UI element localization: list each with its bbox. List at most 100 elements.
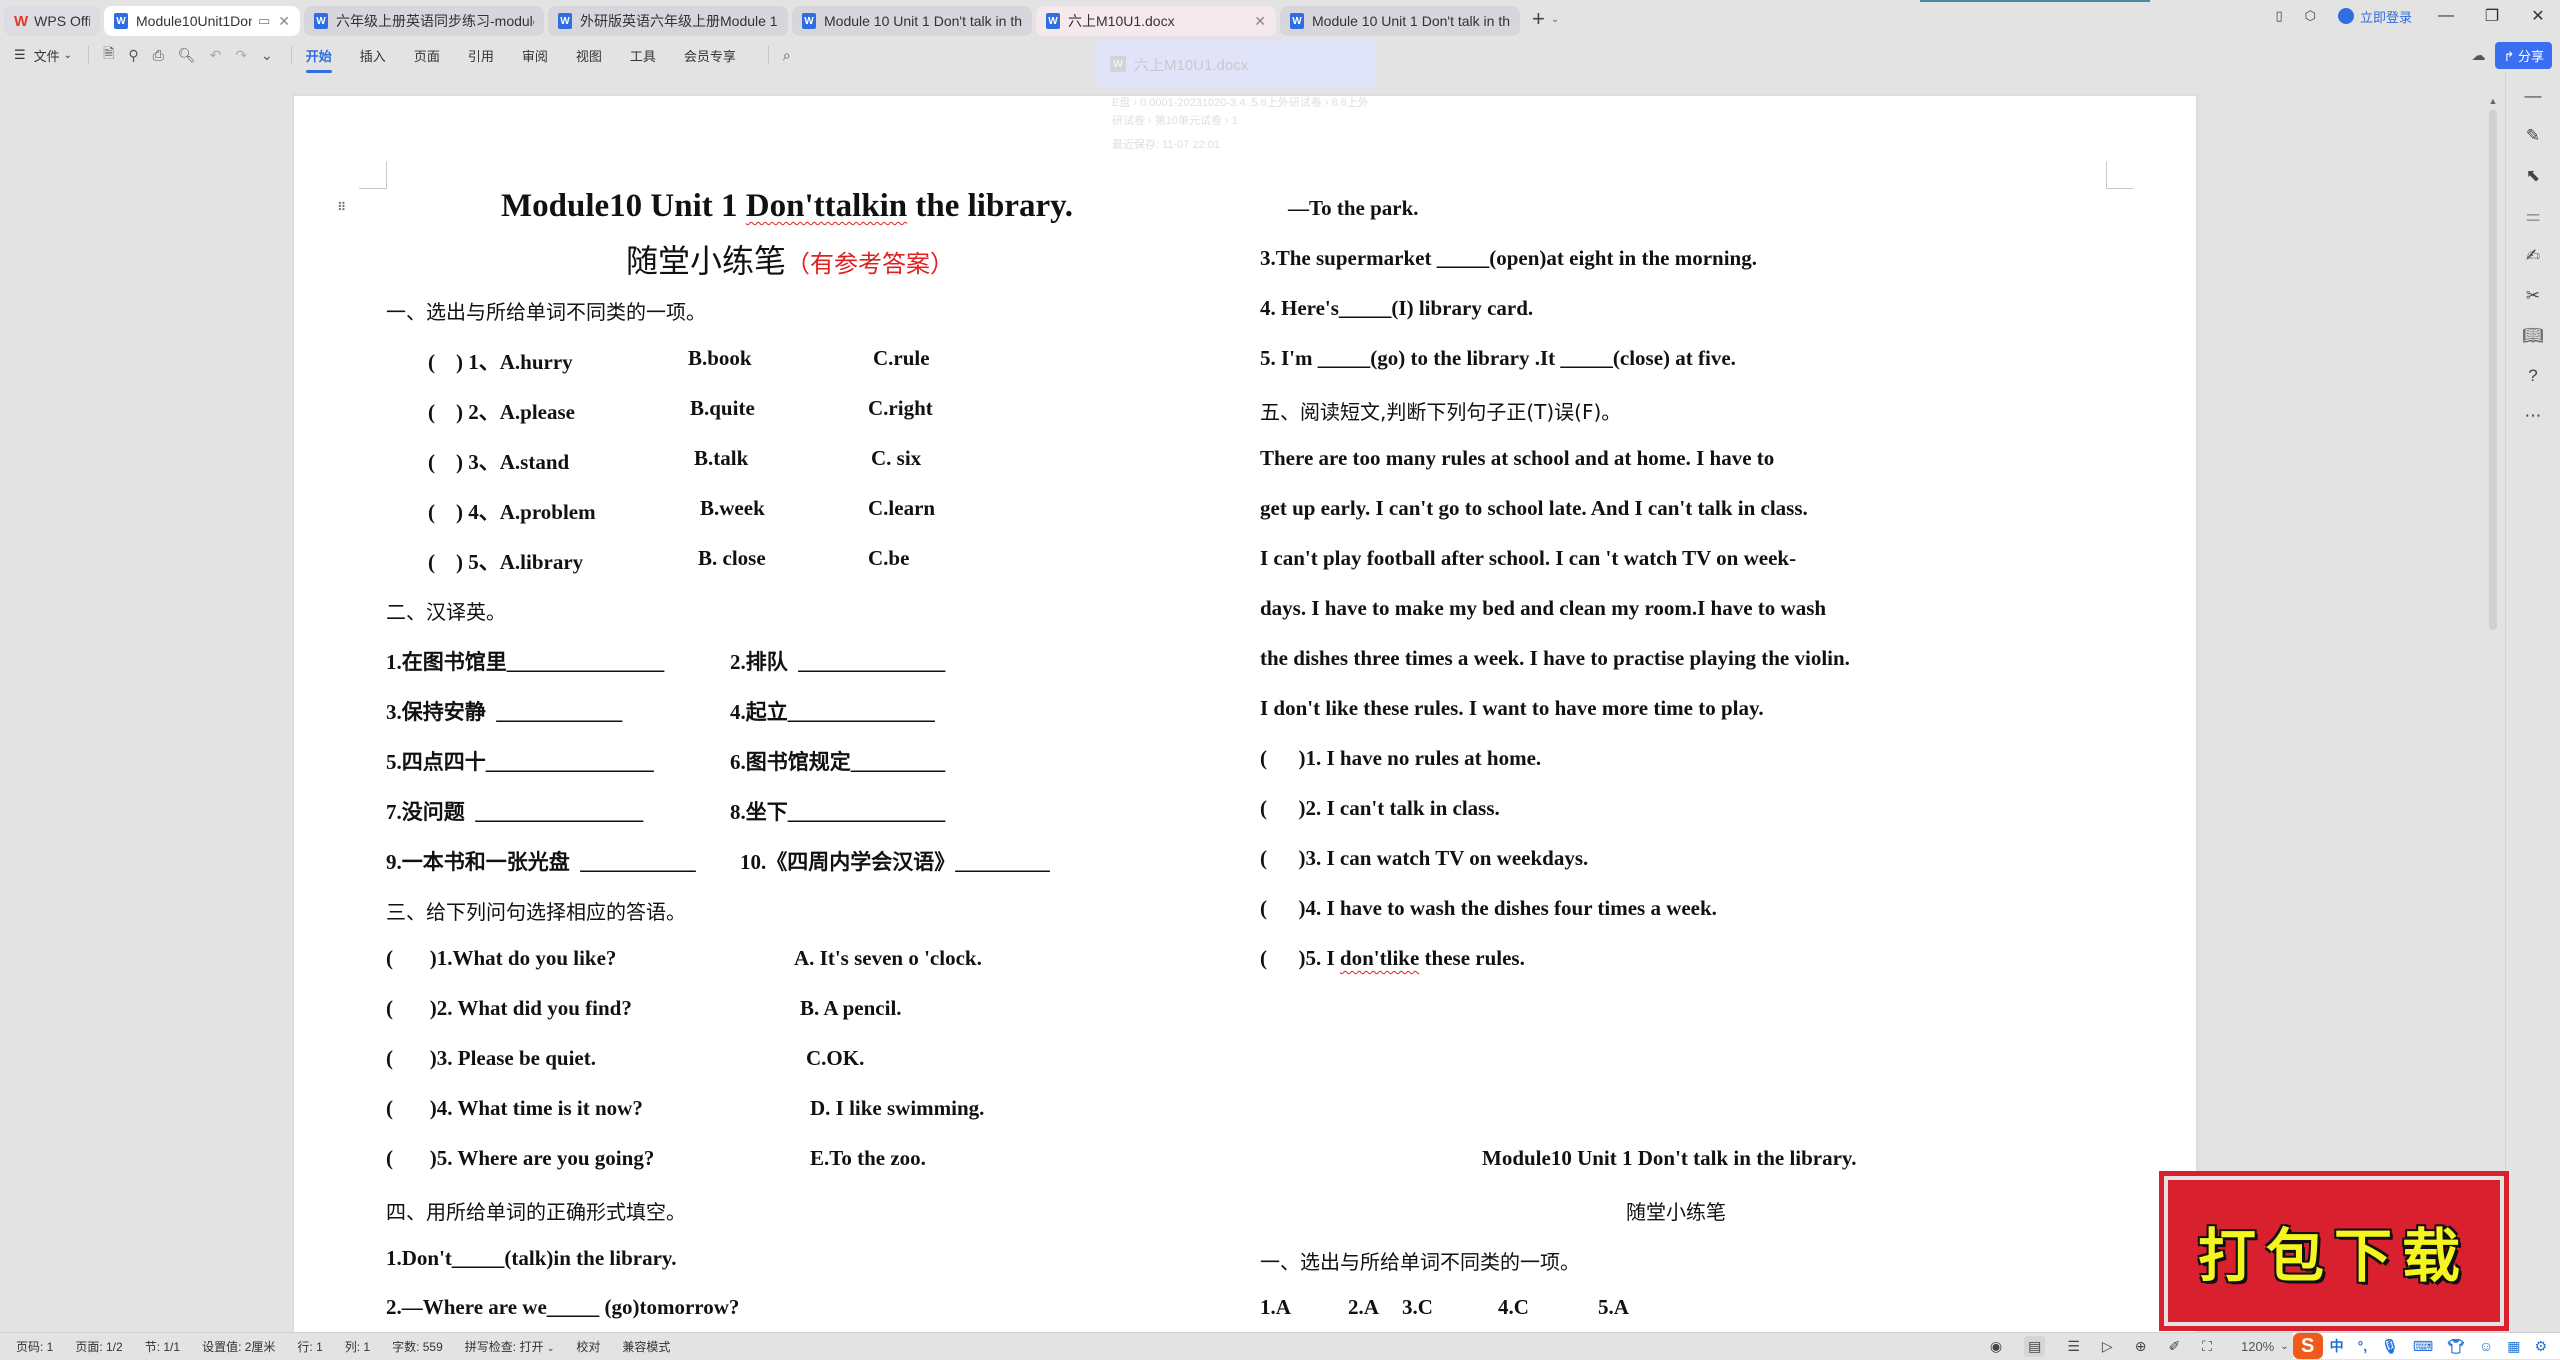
- ai-writing-icon[interactable]: ✍: [2521, 246, 2545, 266]
- play-icon[interactable]: ▷: [2102, 1338, 2113, 1355]
- ribbon-tab-tools[interactable]: 工具: [630, 42, 656, 69]
- microphone-icon[interactable]: 🎙︎: [2381, 1338, 2399, 1355]
- scroll-up-arrow-icon[interactable]: ▲: [2488, 96, 2498, 106]
- punctuation-icon[interactable]: °,: [2358, 1338, 2368, 1354]
- eye-protection-icon[interactable]: ◉: [1990, 1338, 2002, 1355]
- ribbon-tab-references[interactable]: 引用: [468, 42, 494, 69]
- download-package-banner[interactable]: 打包下载: [2159, 1171, 2509, 1331]
- translation-item: 7.没问题 ________________: [386, 800, 644, 824]
- question-item: ( )3. Please be quiet.: [386, 1046, 596, 1070]
- cube-icon[interactable]: ⬡: [2305, 8, 2316, 24]
- collapse-icon[interactable]: —: [2521, 86, 2545, 106]
- ribbon-tab-view[interactable]: 视图: [576, 42, 602, 69]
- tab-wps-office[interactable]: W WPS Office: [4, 6, 100, 36]
- scrollbar-thumb[interactable]: [2489, 110, 2497, 630]
- tab-document[interactable]: W 外研版英语六年级上册Module 10 分: [548, 6, 788, 36]
- page-count[interactable]: 页面: 1/2: [75, 1338, 122, 1355]
- new-tab-button[interactable]: +: [1532, 6, 1545, 32]
- tab-document[interactable]: W Module 10 Unit 1 Don't talk in the: [1280, 6, 1520, 36]
- document-page[interactable]: ⠿ Module10 Unit 1 Don'ttalkin the librar…: [294, 96, 2196, 1336]
- row-indicator: 行: 1: [297, 1340, 323, 1354]
- share-button[interactable]: ↱ 分享: [2495, 42, 2552, 69]
- settings-icon[interactable]: ⚙: [2534, 1338, 2547, 1355]
- writer-doc-icon: W: [1290, 13, 1304, 29]
- word-count[interactable]: 字数: 559: [392, 1338, 443, 1355]
- help-icon[interactable]: ?: [2521, 366, 2545, 386]
- ribbon-tab-member[interactable]: 会员专享: [684, 42, 736, 69]
- more-icon[interactable]: ⋯: [2521, 406, 2545, 426]
- document-subtitle: 随堂小练笔（有参考答案）: [626, 242, 955, 280]
- fill-blank-item: 4. Here's_____(I) library card.: [1260, 296, 1534, 320]
- brush-icon[interactable]: ✐: [2168, 1338, 2180, 1355]
- vertical-scrollbar[interactable]: ▲: [2488, 96, 2498, 1326]
- tab-document[interactable]: W 六年级上册英语同步练习-module 10: [304, 6, 544, 36]
- spelling-error[interactable]: don'tlike: [1340, 946, 1419, 970]
- select-cursor-icon[interactable]: ⬉: [2521, 166, 2545, 186]
- login-button[interactable]: 立即登录: [2337, 7, 2412, 26]
- more-chevron-icon[interactable]: ⌄: [261, 47, 273, 64]
- robot-icon[interactable]: ☺: [2479, 1338, 2493, 1354]
- monitor-icon[interactable]: ▭: [258, 13, 270, 29]
- last-saved: 最近保存: 11-07 22:01: [1112, 139, 1221, 151]
- question-item: ( )1.What do you like?: [386, 946, 617, 970]
- proofread-button[interactable]: 校对: [576, 1338, 600, 1355]
- mobile-icon[interactable]: ▯: [2275, 8, 2282, 24]
- close-tab-icon[interactable]: ✕: [1254, 13, 1266, 30]
- ribbon-tab-review[interactable]: 审阅: [522, 42, 548, 69]
- fill-blank-item: 2.—Where are we_____ (go)tomorrow?: [386, 1295, 740, 1319]
- edit-pen-icon[interactable]: ✎: [2521, 126, 2545, 146]
- chevron-down-icon[interactable]: ⌄: [1551, 14, 1559, 25]
- web-view-icon[interactable]: ⊕: [2135, 1338, 2147, 1355]
- writer-doc-icon: W: [314, 13, 328, 29]
- translation-item: 1.在图书馆里_______________: [386, 650, 665, 674]
- export-icon[interactable]: ⚲: [128, 47, 138, 64]
- close-window-button[interactable]: ✕: [2526, 6, 2550, 26]
- keyboard-icon[interactable]: ⌨: [2413, 1338, 2433, 1355]
- search-icon[interactable]: ⌕: [783, 47, 791, 64]
- answer-option: E.To the zoo.: [810, 1146, 926, 1170]
- page-number[interactable]: 页码: 1: [16, 1338, 53, 1355]
- tab-active-document[interactable]: W Module10Unit1Don'ttalkinth ▭ ✕: [104, 6, 300, 36]
- section-heading: 二、汉译英。: [386, 600, 506, 624]
- tab-bar: W WPS Office W Module10Unit1Don'ttalkint…: [0, 0, 2560, 38]
- drag-handle-icon[interactable]: ⠿: [337, 201, 346, 213]
- tools-icon[interactable]: ✂: [2521, 286, 2545, 306]
- ime-mode[interactable]: 中: [2330, 1336, 2344, 1356]
- fill-blank-item: 1.Don't_____(talk)in the library.: [386, 1246, 677, 1270]
- writer-doc-icon: W: [114, 13, 128, 29]
- page-view-icon[interactable]: ▤: [2024, 1335, 2046, 1357]
- save-icon[interactable]: 🗎: [103, 43, 114, 67]
- chevron-down-icon: ⌄: [546, 1343, 555, 1353]
- tab-document[interactable]: W Module 10 Unit 1 Don't talk in the: [792, 6, 1032, 36]
- restore-button[interactable]: ❐: [2480, 6, 2504, 26]
- skin-icon[interactable]: 👕︎: [2447, 1338, 2465, 1355]
- close-tab-icon[interactable]: ✕: [278, 13, 290, 30]
- minimize-button[interactable]: —: [2434, 7, 2458, 25]
- hamburger-icon: ☰: [14, 47, 26, 62]
- spell-check-toggle[interactable]: 拼写检查: 打开 ⌄: [465, 1338, 555, 1355]
- outline-view-icon[interactable]: ☰: [2067, 1338, 2080, 1355]
- section-indicator[interactable]: 节: 1/1: [145, 1338, 180, 1355]
- zoom-level[interactable]: 120%: [2241, 1339, 2274, 1354]
- adjust-sliders-icon[interactable]: ⚌: [2521, 206, 2545, 226]
- apps-grid-icon[interactable]: ▦: [2507, 1338, 2520, 1355]
- print-icon[interactable]: ⎙: [153, 47, 164, 64]
- zoom-chevron-icon[interactable]: ⌄: [2280, 1341, 2288, 1352]
- ribbon-tab-page[interactable]: 页面: [414, 42, 440, 69]
- writer-doc-icon: W: [802, 13, 816, 29]
- cloud-sync-icon[interactable]: ☁: [2471, 47, 2485, 64]
- true-false-item: ( )3. I can watch TV on weekdays.: [1260, 846, 1589, 870]
- setting-value[interactable]: 设置值: 2厘米: [202, 1338, 275, 1355]
- ribbon-tab-insert[interactable]: 插入: [360, 42, 386, 69]
- tab-document-hovered[interactable]: W 六上M10U1.docx ✕: [1036, 6, 1276, 36]
- fit-screen-icon[interactable]: ⛶: [2202, 1338, 2212, 1355]
- redo-icon[interactable]: ↷: [235, 47, 247, 64]
- sogou-logo-icon[interactable]: S: [2292, 1333, 2323, 1359]
- spelling-error[interactable]: Don'ttalkin: [746, 188, 907, 224]
- file-menu[interactable]: ☰ 文件 ⌄: [14, 46, 72, 65]
- print-preview-icon[interactable]: 🔍︎: [178, 47, 196, 64]
- undo-icon[interactable]: ↶: [210, 47, 222, 64]
- ribbon-tab-home[interactable]: 开始: [305, 42, 332, 73]
- answers-subtitle: 随堂小练笔: [1626, 1200, 1726, 1224]
- book-search-icon[interactable]: 📖︎: [2521, 326, 2545, 346]
